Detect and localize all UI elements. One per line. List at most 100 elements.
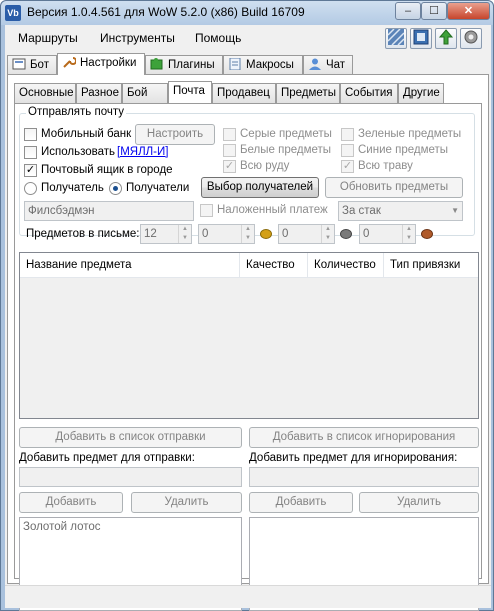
subtab-events[interactable]: События	[340, 83, 398, 103]
wrench-icon	[62, 56, 77, 68]
tab-plugins[interactable]: Плагины	[145, 55, 223, 75]
items-per-letter-spinner[interactable]: 12 ▲ ▼	[140, 224, 192, 244]
menu-tools[interactable]: Инструменты	[100, 31, 175, 45]
add-ignore-item-label: Добавить предмет для игнорирования:	[249, 452, 458, 464]
document-icon	[228, 57, 242, 71]
stack-dropdown-value: За стак	[342, 205, 381, 217]
green-items-checkbox[interactable]	[341, 128, 354, 141]
recipients-radio[interactable]	[109, 182, 122, 195]
subtab-vendor[interactable]: Продавец	[212, 83, 276, 103]
status-bar	[5, 585, 491, 608]
subtab-main[interactable]: Основные	[14, 83, 76, 103]
white-items-checkbox[interactable]	[223, 144, 236, 157]
mail-pane: Отправлять почту Мобильный банк Настроит…	[14, 103, 482, 611]
mailbox-checkbox[interactable]: ✓	[24, 164, 37, 177]
client-area: Маршруты Инструменты Помощь Бот Настройк…	[5, 25, 491, 611]
send-add-button[interactable]: Добавить	[19, 492, 123, 513]
minimize-button[interactable]: –	[395, 2, 421, 20]
blue-items-checkbox[interactable]	[341, 144, 354, 157]
refresh-items-button[interactable]: Обновить предметы	[325, 177, 463, 198]
all-herbs-checkbox[interactable]: ✓	[341, 160, 354, 173]
spinner-arrows[interactable]: ▲ ▼	[321, 225, 334, 243]
up-arrow-icon[interactable]	[435, 28, 457, 49]
ignore-remove-button[interactable]: Удалить	[359, 492, 479, 513]
menu-routes[interactable]: Маршруты	[18, 31, 78, 45]
stripes-icon[interactable]	[385, 28, 407, 49]
bot-icon	[12, 58, 26, 70]
close-button[interactable]: ✕	[447, 2, 490, 20]
recipient-radio[interactable]	[24, 182, 37, 195]
list-item[interactable]: Золотой лотос	[23, 521, 238, 533]
main-window: Vb Версия 1.0.4.561 для WoW 5.2.0 (x86) …	[0, 0, 494, 611]
select-recipients-button[interactable]: Выбор получателей	[201, 177, 319, 198]
subtab-mail[interactable]: Почта	[168, 81, 212, 103]
silver-value: 0	[282, 228, 289, 240]
green-items-label: Зеленые предметы	[358, 128, 462, 140]
gear-icon[interactable]	[460, 28, 482, 49]
use-link[interactable]: [МЯЛЛ-И]	[117, 146, 168, 158]
add-send-item-label: Добавить предмет для отправки:	[19, 452, 195, 464]
silver-spinner[interactable]: 0 ▲ ▼	[278, 224, 335, 244]
gray-items-checkbox[interactable]	[223, 128, 236, 141]
copper-coin-icon	[421, 229, 433, 239]
recipient-label: Получатель	[41, 182, 104, 194]
tab-bot[interactable]: Бот	[7, 55, 57, 75]
spinner-arrows[interactable]: ▲ ▼	[241, 225, 254, 243]
col-quantity[interactable]: Количество	[308, 253, 384, 278]
cod-checkbox[interactable]	[200, 204, 213, 217]
mobile-bank-label: Мобильный банк	[41, 128, 132, 140]
copper-value: 0	[363, 228, 370, 240]
user-icon	[308, 58, 322, 70]
copper-spinner[interactable]: 0 ▲ ▼	[359, 224, 416, 244]
send-remove-button[interactable]: Удалить	[131, 492, 242, 513]
menu-help[interactable]: Помощь	[195, 31, 241, 45]
menu-bar: Маршруты Инструменты Помощь	[5, 25, 491, 51]
all-ore-checkbox[interactable]: ✓	[223, 160, 236, 173]
app-icon: Vb	[5, 5, 21, 21]
tab-chat[interactable]: Чат	[303, 55, 353, 75]
puzzle-icon	[150, 58, 164, 70]
maximize-button[interactable]: ☐	[421, 2, 447, 20]
col-bind-type[interactable]: Тип привязки	[384, 253, 478, 278]
ignore-item-field[interactable]	[249, 467, 479, 487]
subtab-items[interactable]: Предметы	[276, 83, 340, 103]
col-quality[interactable]: Качество	[240, 253, 308, 278]
items-table[interactable]: Название предмета Качество Количество Ти…	[19, 252, 479, 419]
spinner-arrows[interactable]: ▲ ▼	[402, 225, 415, 243]
cod-label: Наложенный платеж	[217, 204, 328, 216]
chevron-down-icon: ▼	[451, 206, 459, 215]
title-bar[interactable]: Vb Версия 1.0.4.561 для WoW 5.2.0 (x86) …	[1, 1, 493, 25]
all-ore-label: Всю руду	[240, 160, 290, 172]
silver-coin-icon	[340, 229, 352, 239]
ignore-add-button[interactable]: Добавить	[249, 492, 353, 513]
use-label: Использовать	[41, 146, 116, 158]
send-item-field[interactable]	[19, 467, 242, 487]
settings-pane: Основные Разное Бой Почта Продавец Предм…	[7, 74, 489, 611]
frame-icon[interactable]	[410, 28, 432, 49]
mobile-bank-checkbox[interactable]	[24, 128, 37, 141]
gold-spinner[interactable]: 0 ▲ ▼	[198, 224, 255, 244]
add-to-ignore-list-button[interactable]: Добавить в список игнорирования	[249, 427, 479, 448]
stack-dropdown[interactable]: За стак ▼	[338, 201, 463, 221]
items-per-letter-value: 12	[144, 228, 157, 240]
use-checkbox[interactable]	[24, 146, 37, 159]
configure-button[interactable]: Настроить	[135, 124, 215, 145]
mailbox-label: Почтовый ящик в городе	[41, 164, 173, 176]
add-to-send-list-button[interactable]: Добавить в список отправки	[19, 427, 242, 448]
spinner-arrows[interactable]: ▲ ▼	[178, 225, 191, 243]
send-mail-group-label: Отправлять почту	[26, 106, 126, 118]
tab-settings[interactable]: Настройки	[57, 53, 145, 75]
recipient-name-field[interactable]: Филсбэдмэн	[24, 201, 194, 221]
gold-value: 0	[202, 228, 209, 240]
tab-macros[interactable]: Макросы	[223, 55, 303, 75]
recipients-label: Получатели	[126, 182, 190, 194]
subtab-combat[interactable]: Бой	[122, 83, 168, 103]
items-table-header: Название предмета Качество Количество Ти…	[20, 253, 478, 278]
gray-items-label: Серые предметы	[240, 128, 332, 140]
items-per-letter-label: Предметов в письме:	[26, 228, 140, 240]
subtab-other[interactable]: Другие	[398, 83, 444, 103]
all-herbs-label: Всю траву	[358, 160, 413, 172]
col-item-name[interactable]: Название предмета	[20, 253, 240, 278]
subtab-misc[interactable]: Разное	[76, 83, 122, 103]
blue-items-label: Синие предметы	[358, 144, 449, 156]
